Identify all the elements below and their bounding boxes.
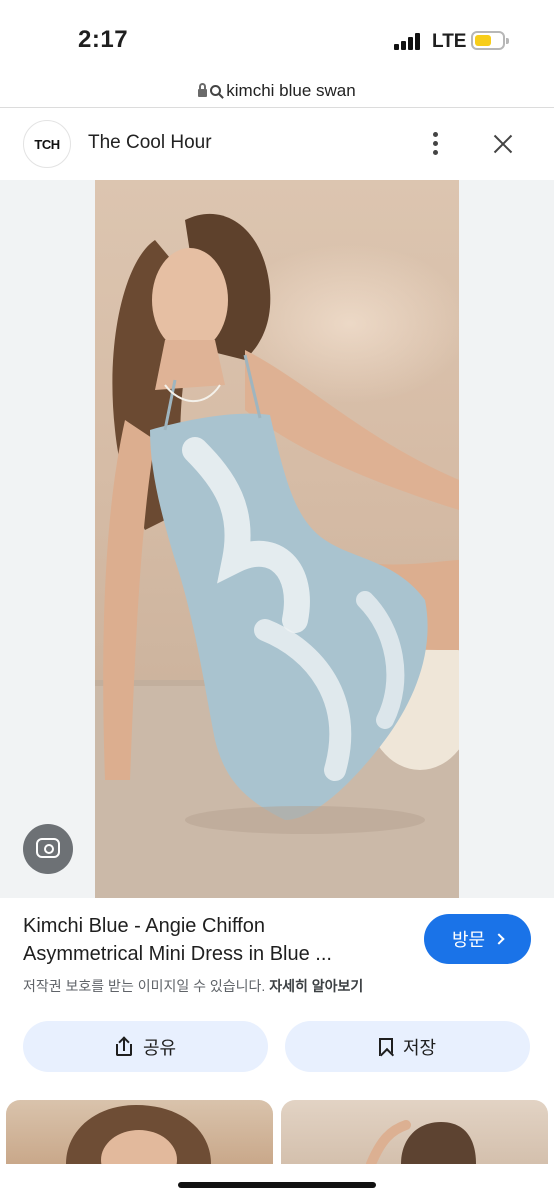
result-title[interactable]: Kimchi Blue - Angie Chiffon Asymmetrical…	[23, 912, 403, 968]
source-name[interactable]: The Cool Hour	[88, 132, 212, 154]
close-icon[interactable]	[488, 129, 518, 159]
source-header: TCH The Cool Hour	[0, 108, 554, 180]
related-image-art	[366, 1120, 476, 1164]
search-query: kimchi blue swan	[226, 80, 356, 100]
bookmark-icon	[378, 1037, 393, 1056]
visit-button[interactable]: 방문	[424, 914, 531, 964]
product-photo[interactable]	[95, 180, 459, 898]
home-indicator[interactable]	[178, 1182, 376, 1188]
lock-icon	[198, 82, 208, 97]
copyright-notice: 저작권 보호를 받는 이미지일 수 있습니다. 자세히 알아보기	[23, 976, 363, 996]
share-icon	[115, 1035, 133, 1057]
result-title-line1: Kimchi Blue - Angie Chiffon	[23, 915, 265, 937]
chevron-right-icon	[493, 933, 505, 945]
search-icon	[210, 85, 222, 96]
network-type: LTE	[432, 31, 467, 52]
lens-search-button[interactable]	[23, 824, 73, 874]
battery-icon	[471, 31, 509, 50]
camera-icon	[36, 838, 60, 858]
related-image-thumbnail[interactable]	[6, 1100, 273, 1164]
signal-icon	[394, 32, 424, 50]
visit-button-label: 방문	[451, 930, 486, 950]
url-bar[interactable]: kimchi blue swan	[0, 74, 554, 108]
learn-more-link[interactable]: 자세히 알아보기	[269, 978, 363, 994]
save-button-label: 저장	[402, 1037, 437, 1058]
share-button-label: 공유	[142, 1037, 177, 1058]
related-image-thumbnail[interactable]	[281, 1100, 548, 1164]
status-bar: 2:17 LTE	[0, 0, 554, 74]
source-avatar[interactable]: TCH	[23, 120, 71, 168]
share-button[interactable]: 공유	[23, 1021, 268, 1072]
save-button[interactable]: 저장	[285, 1021, 530, 1072]
status-time: 2:17	[78, 26, 129, 53]
more-options-icon[interactable]	[425, 130, 445, 158]
copyright-text: 저작권 보호를 받는 이미지일 수 있습니다.	[23, 978, 266, 994]
model-illustration	[95, 213, 459, 898]
image-preview-area	[0, 180, 554, 898]
result-title-line2: Asymmetrical Mini Dress in Blue ...	[23, 943, 332, 965]
related-image-art	[66, 1105, 211, 1164]
